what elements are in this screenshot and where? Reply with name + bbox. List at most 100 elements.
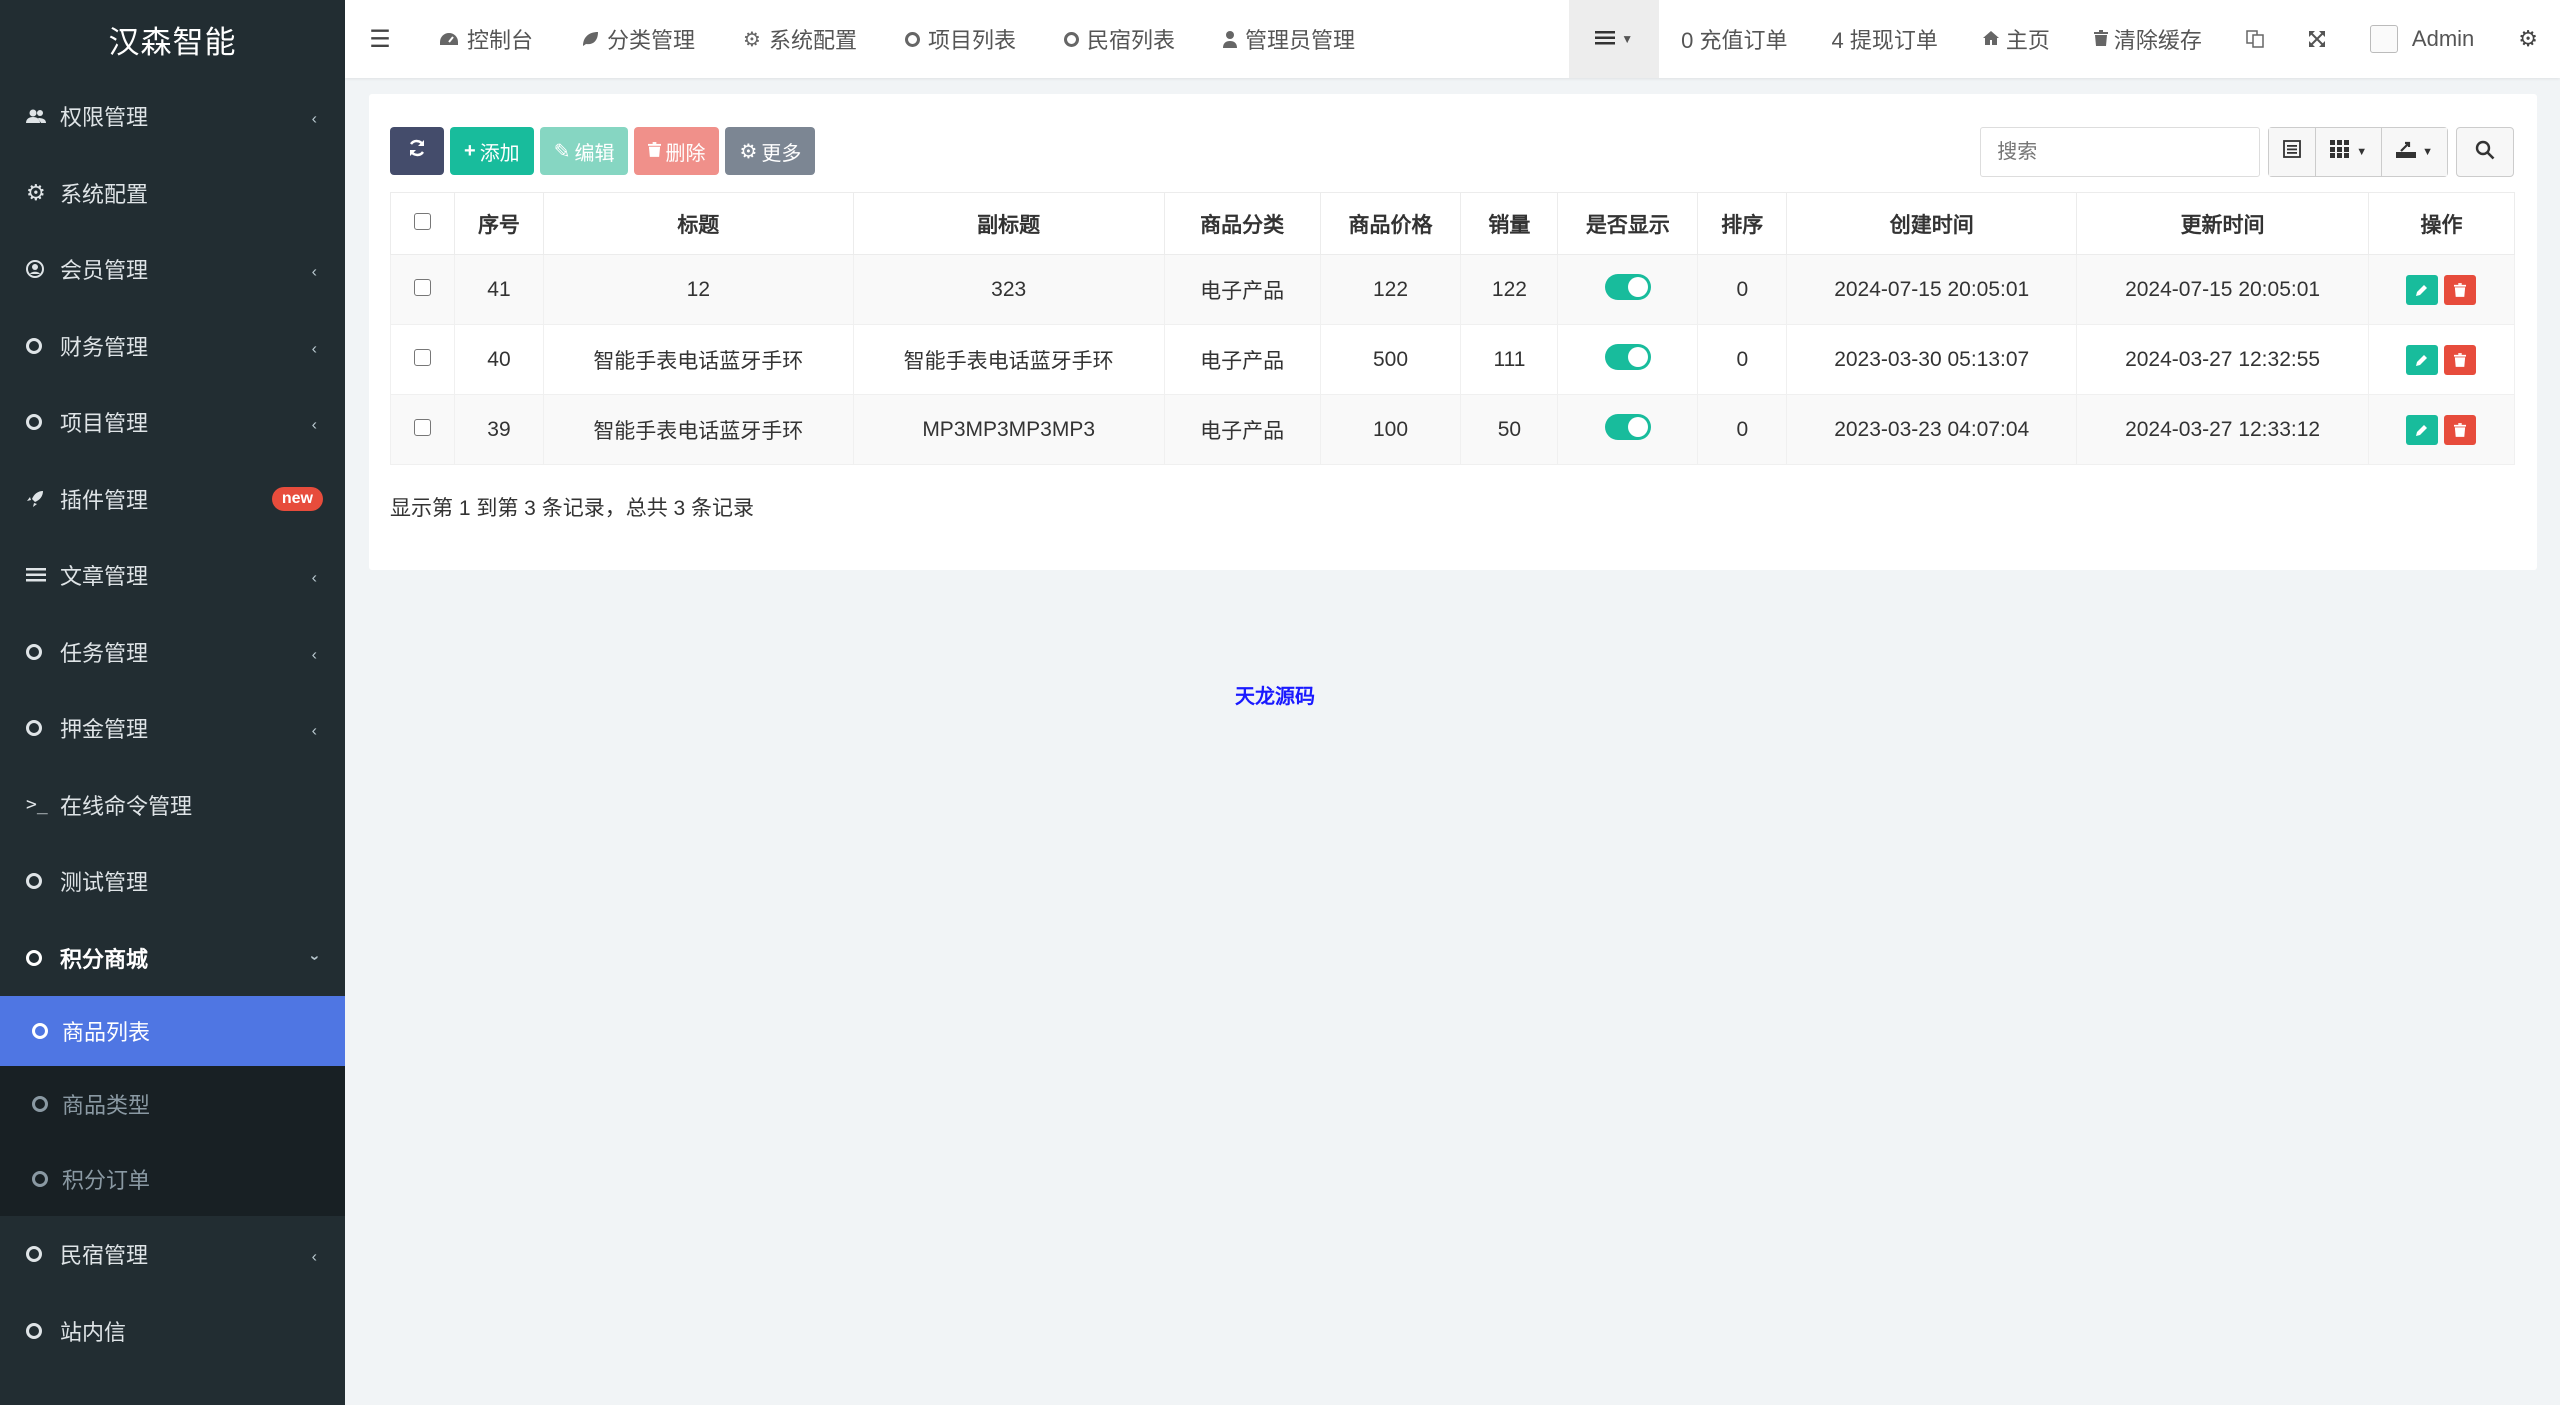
row-delete-button[interactable] xyxy=(2444,275,2476,305)
row-checkbox[interactable] xyxy=(414,349,431,366)
cell-updated: 2024-03-27 12:33:12 xyxy=(2077,395,2369,465)
circle-icon xyxy=(26,720,60,736)
sidebar-item-tasks[interactable]: 任务管理 ‹ xyxy=(0,614,345,691)
menu-toggle-icon[interactable]: ☰ xyxy=(345,0,415,78)
table-row[interactable]: 40 智能手表电话蓝牙手环 智能手表电话蓝牙手环 电子产品 500 111 0 … xyxy=(391,325,2515,395)
add-button[interactable]: + 添加 xyxy=(450,127,534,175)
cell-sales: 122 xyxy=(1461,255,1558,325)
column-header[interactable]: 商品分类 xyxy=(1164,193,1320,255)
top-navbar: ☰ 控制台 分类管理 ⚙ 系统配置 项目列表 民宿列表 管理员管理 ▼ xyxy=(345,0,2560,78)
sidebar-item-projects[interactable]: 项目管理 ‹ xyxy=(0,384,345,461)
nav-label: 民宿列表 xyxy=(1087,23,1175,55)
avatar xyxy=(2370,25,2398,53)
nav-dashboard[interactable]: 控制台 xyxy=(415,0,557,78)
column-header[interactable]: 商品价格 xyxy=(1320,193,1461,255)
toolbar: + 添加 ✎ 编辑 删除 ⚙ 更多 xyxy=(390,127,815,175)
cell-price: 500 xyxy=(1320,325,1461,395)
sidebar-item-online-command[interactable]: >_ 在线命令管理 xyxy=(0,767,345,844)
edit-button[interactable]: ✎ 编辑 xyxy=(540,127,629,175)
sidebar-item-label: 权限管理 xyxy=(60,100,148,132)
sidebar-item-test[interactable]: 测试管理 xyxy=(0,843,345,920)
circle-icon xyxy=(905,32,920,47)
select-all-cell xyxy=(391,193,455,255)
column-header[interactable]: 创建时间 xyxy=(1787,193,2077,255)
row-delete-button[interactable] xyxy=(2444,415,2476,445)
nav-admin-management[interactable]: 管理员管理 xyxy=(1199,0,1379,78)
translate-icon[interactable] xyxy=(2224,0,2286,78)
sidebar-item-deposit[interactable]: 押金管理 ‹ xyxy=(0,690,345,767)
cell-visible xyxy=(1558,325,1698,395)
cell-price: 100 xyxy=(1320,395,1461,465)
nav-home[interactable]: 主页 xyxy=(1960,0,2072,78)
nav-clear-cache[interactable]: 清除缓存 xyxy=(2072,0,2224,78)
row-edit-button[interactable] xyxy=(2406,415,2438,445)
nav-homestay-list[interactable]: 民宿列表 xyxy=(1040,0,1199,78)
caret-down-icon: ▼ xyxy=(2422,146,2433,158)
users-icon xyxy=(26,108,60,124)
sidebar-subitem-label: 商品列表 xyxy=(62,1015,150,1047)
nav-withdraw-orders[interactable]: 4 提现订单 xyxy=(1810,0,1960,78)
sidebar-subitem-product-types[interactable]: 商品类型 xyxy=(0,1066,345,1141)
circle-icon xyxy=(26,414,60,430)
select-all-checkbox[interactable] xyxy=(414,213,431,230)
nav-recharge-orders[interactable]: 0 充值订单 xyxy=(1659,0,1809,78)
table-row[interactable]: 41 12 323 电子产品 122 122 0 2024-07-15 20:0… xyxy=(391,255,2515,325)
row-delete-button[interactable] xyxy=(2444,345,2476,375)
card-view-button[interactable] xyxy=(2269,128,2316,176)
columns-button[interactable]: ▼ xyxy=(2316,128,2382,176)
nav-project-list[interactable]: 项目列表 xyxy=(881,0,1040,78)
sidebar-item-articles[interactable]: 文章管理 ‹ xyxy=(0,537,345,614)
delete-button[interactable]: 删除 xyxy=(634,127,719,175)
circle-icon xyxy=(26,873,60,889)
sidebar-item-permissions[interactable]: 权限管理 ‹ xyxy=(0,78,345,155)
circle-icon xyxy=(26,1246,60,1262)
sidebar-subitem-products[interactable]: 商品列表 xyxy=(0,996,345,1066)
column-header[interactable]: 副标题 xyxy=(853,193,1164,255)
sidebar-subitem-label: 商品类型 xyxy=(62,1088,150,1120)
sidebar-item-label: 财务管理 xyxy=(60,330,148,362)
nav-system-config[interactable]: ⚙ 系统配置 xyxy=(719,0,881,78)
table-row[interactable]: 39 智能手表电话蓝牙手环 MP3MP3MP3MP3 电子产品 100 50 0… xyxy=(391,395,2515,465)
plus-icon: + xyxy=(464,140,476,163)
visible-toggle[interactable] xyxy=(1605,414,1651,440)
row-edit-button[interactable] xyxy=(2406,345,2438,375)
sidebar-item-members[interactable]: 会员管理 ‹ xyxy=(0,231,345,308)
sidebar-subitem-points-orders[interactable]: 积分订单 xyxy=(0,1141,345,1216)
nav-categories[interactable]: 分类管理 xyxy=(557,0,719,78)
user-menu[interactable]: Admin xyxy=(2348,0,2496,78)
sidebar-item-points-mall[interactable]: 积分商城 ‹ xyxy=(0,920,345,997)
column-header: 操作 xyxy=(2368,193,2514,255)
visible-toggle[interactable] xyxy=(1605,274,1651,300)
nav-label: 分类管理 xyxy=(607,23,695,55)
search-button[interactable] xyxy=(2456,127,2514,177)
sidebar-item-system-config[interactable]: ⚙ 系统配置 xyxy=(0,155,345,232)
fullscreen-icon[interactable] xyxy=(2286,0,2348,78)
sidebar-item-homestay[interactable]: 民宿管理 ‹ xyxy=(0,1216,345,1293)
nav-list-dropdown[interactable]: ▼ xyxy=(1569,0,1659,78)
search-input[interactable] xyxy=(1980,127,2260,177)
sidebar-item-plugins[interactable]: 插件管理 new xyxy=(0,461,345,538)
sidebar-item-messages[interactable]: 站内信 xyxy=(0,1293,345,1370)
brand-logo[interactable]: 汉森智能 xyxy=(0,0,345,78)
row-edit-button[interactable] xyxy=(2406,275,2438,305)
list-alt-icon xyxy=(2283,140,2301,164)
trash-icon xyxy=(2454,283,2466,297)
trash-icon xyxy=(2454,353,2466,367)
column-header[interactable]: 是否显示 xyxy=(1558,193,1698,255)
column-header[interactable]: 更新时间 xyxy=(2077,193,2369,255)
column-header[interactable]: 标题 xyxy=(543,193,853,255)
sidebar-item-finance[interactable]: 财务管理 ‹ xyxy=(0,308,345,385)
circle-icon xyxy=(26,1323,60,1339)
sidebar-item-label: 民宿管理 xyxy=(60,1238,148,1270)
visible-toggle[interactable] xyxy=(1605,344,1651,370)
export-button[interactable]: ▼ xyxy=(2382,128,2447,176)
cell-subtitle: 智能手表电话蓝牙手环 xyxy=(853,325,1164,395)
more-button[interactable]: ⚙ 更多 xyxy=(725,127,815,175)
row-checkbox[interactable] xyxy=(414,279,431,296)
column-header[interactable]: 序号 xyxy=(454,193,543,255)
settings-gears-icon[interactable]: ⚙ xyxy=(2496,0,2560,78)
row-checkbox[interactable] xyxy=(414,419,431,436)
column-header[interactable]: 排序 xyxy=(1698,193,1787,255)
column-header[interactable]: 销量 xyxy=(1461,193,1558,255)
refresh-button[interactable] xyxy=(390,127,444,175)
